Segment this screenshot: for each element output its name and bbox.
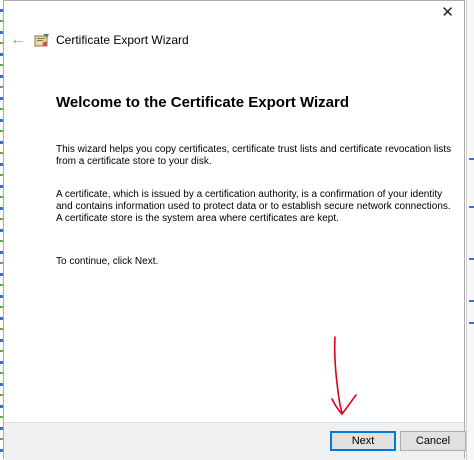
intro-paragraph: This wizard helps you copy certificates,… [56,144,452,167]
background-marker [469,206,474,208]
background-window-strip-right [466,0,474,460]
cancel-button[interactable]: Cancel [400,431,466,451]
wizard-footer: Next Cancel [4,422,466,460]
page-title: Welcome to the Certificate Export Wizard [56,94,349,111]
continue-instruction: To continue, click Next. [56,256,159,267]
close-icon[interactable]: ✕ [441,3,454,23]
window-title: Certificate Export Wizard [56,33,189,47]
red-hand-drawn-arrow-icon [331,336,357,415]
next-button[interactable]: Next [330,431,396,451]
background-marker [469,322,474,324]
certificate-description-paragraph: A certificate, which is issued by a cert… [56,189,451,224]
back-arrow-icon[interactable]: ← [10,31,26,49]
certificate-wizard-icon [34,34,49,47]
background-marker [469,300,474,302]
wizard-header: ← Certificate Export Wizard [4,29,464,53]
wizard-dialog: ✕ ← Certificate Export Wizard Welcome to… [3,0,466,460]
background-marker [469,258,474,260]
background-marker [469,158,474,160]
